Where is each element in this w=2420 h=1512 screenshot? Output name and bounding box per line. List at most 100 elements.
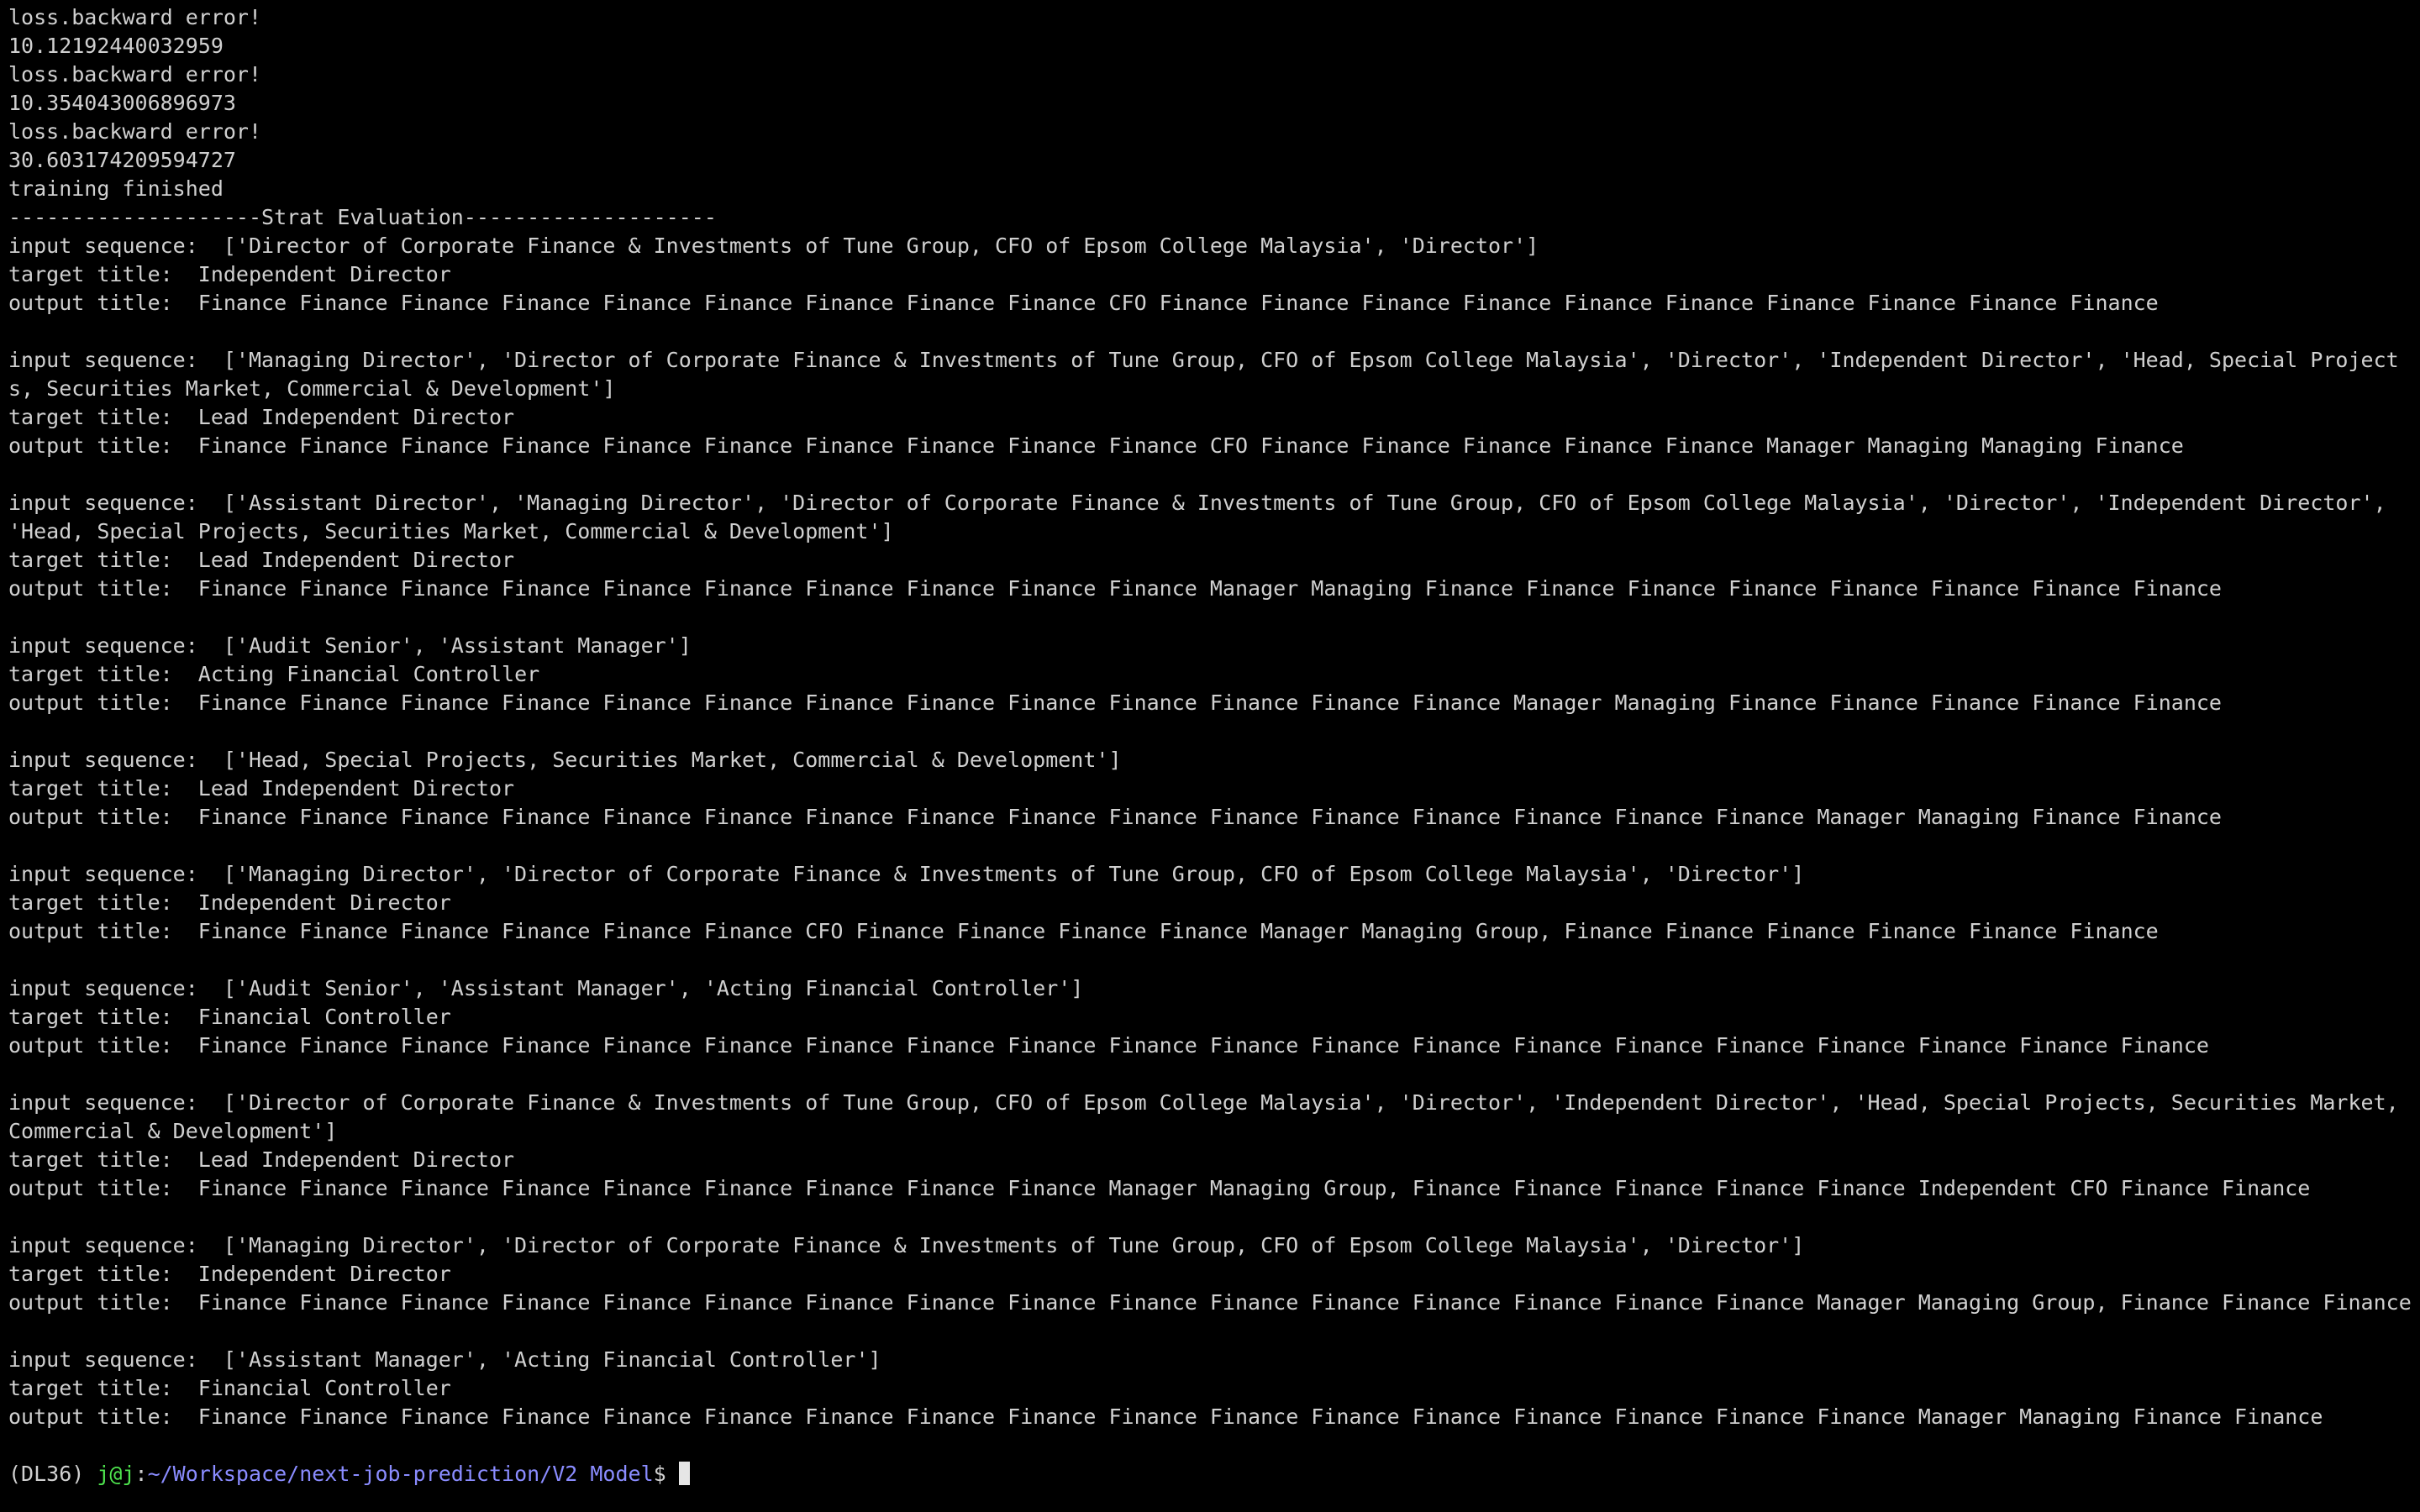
target-title: target title: Lead Independent Director	[8, 403, 2420, 432]
log-line: training finished	[8, 176, 224, 201]
log-line: 10.354043006896973	[8, 91, 236, 115]
input-sequence-label: input sequence:	[8, 1233, 224, 1257]
evaluation-records: input sequence: ['Director of Corporate …	[8, 232, 2420, 1460]
output-title: output title: Finance Finance Finance Fi…	[8, 1403, 2420, 1431]
log-line: 30.603174209594727	[8, 148, 236, 172]
output-title: output title: Finance Finance Finance Fi…	[8, 432, 2420, 460]
target-title-value: Independent Director	[197, 262, 451, 286]
terminal-window[interactable]: loss.backward error! 10.12192440032959 l…	[0, 0, 2420, 1512]
log-line: loss.backward error!	[8, 5, 262, 29]
input-sequence-value: ['Managing Director', 'Director of Corpo…	[223, 862, 1805, 886]
output-title-label: output title:	[8, 1033, 198, 1058]
evaluation-record: input sequence: ['Managing Director', 'D…	[8, 346, 2420, 489]
output-title-label: output title:	[8, 919, 198, 943]
input-sequence-label: input sequence:	[8, 976, 224, 1000]
output-title-value: Finance Finance Finance Finance Finance …	[197, 919, 2159, 943]
input-sequence-value: ['Managing Director', 'Director of Corpo…	[8, 348, 2399, 401]
output-title-label: output title:	[8, 576, 198, 601]
target-title-value: Lead Independent Director	[197, 1147, 515, 1172]
output-title-label: output title:	[8, 433, 198, 458]
input-sequence: input sequence: ['Director of Corporate …	[8, 1089, 2412, 1146]
evaluation-record: input sequence: ['Head, Special Projects…	[8, 746, 2420, 860]
input-sequence: input sequence: ['Director of Corporate …	[8, 232, 2420, 260]
target-title: target title: Acting Financial Controlle…	[8, 660, 2420, 689]
input-sequence-label: input sequence:	[8, 748, 224, 772]
target-title-label: target title:	[8, 1005, 198, 1029]
evaluation-record: input sequence: ['Managing Director', 'D…	[8, 860, 2420, 974]
target-title-label: target title:	[8, 262, 198, 286]
output-title-value: Finance Finance Finance Finance Finance …	[197, 433, 2184, 458]
input-sequence: input sequence: ['Assistant Director', '…	[8, 489, 2412, 546]
target-title-label: target title:	[8, 1376, 198, 1400]
target-title: target title: Lead Independent Director	[8, 774, 2420, 803]
input-sequence-value: ['Managing Director', 'Director of Corpo…	[223, 1233, 1805, 1257]
target-title-value: Acting Financial Controller	[197, 662, 540, 686]
target-title-label: target title:	[8, 662, 198, 686]
target-title: target title: Financial Controller	[8, 1374, 2420, 1403]
evaluation-record: input sequence: ['Audit Senior', 'Assist…	[8, 632, 2420, 746]
input-sequence-value: ['Head, Special Projects, Securities Mar…	[223, 748, 1122, 772]
input-sequence-value: ['Audit Senior', 'Assistant Manager']	[223, 633, 692, 658]
output-title-value: Finance Finance Finance Finance Finance …	[197, 291, 2159, 315]
output-title-label: output title:	[8, 291, 198, 315]
output-title: output title: Finance Finance Finance Fi…	[8, 689, 2420, 717]
shell-prompt[interactable]: (DL36) j@j:~/Workspace/next-job-predicti…	[8, 1460, 2420, 1488]
target-title-label: target title:	[8, 548, 198, 572]
output-title-value: Finance Finance Finance Finance Finance …	[197, 1033, 2209, 1058]
evaluation-record: input sequence: ['Director of Corporate …	[8, 1089, 2420, 1231]
conda-env-label: (DL36)	[8, 1462, 97, 1486]
input-sequence-label: input sequence:	[8, 491, 224, 515]
output-title-value: Finance Finance Finance Finance Finance …	[197, 1176, 2311, 1200]
input-sequence-label: input sequence:	[8, 633, 224, 658]
input-sequence: input sequence: ['Managing Director', 'D…	[8, 346, 2412, 403]
input-sequence: input sequence: ['Audit Senior', 'Assist…	[8, 974, 2420, 1003]
target-title: target title: Lead Independent Director	[8, 546, 2420, 575]
input-sequence-value: ['Audit Senior', 'Assistant Manager', 'A…	[223, 976, 1084, 1000]
input-sequence: input sequence: ['Head, Special Projects…	[8, 746, 2420, 774]
output-title: output title: Finance Finance Finance Fi…	[8, 575, 2420, 603]
target-title-value: Lead Independent Director	[197, 776, 515, 801]
output-title-value: Finance Finance Finance Finance Finance …	[197, 1290, 2412, 1315]
user-host: j@j	[97, 1462, 135, 1486]
evaluation-record: input sequence: ['Assistant Director', '…	[8, 489, 2420, 632]
target-title-value: Lead Independent Director	[197, 405, 515, 429]
text-cursor[interactable]	[678, 1462, 690, 1485]
log-line: 10.12192440032959	[8, 34, 224, 58]
target-title-value: Financial Controller	[197, 1005, 451, 1029]
evaluation-record: input sequence: ['Audit Senior', 'Assist…	[8, 974, 2420, 1089]
target-title-value: Independent Director	[197, 890, 451, 915]
input-sequence-value: ['Assistant Director', 'Managing Directo…	[8, 491, 2399, 543]
output-title-label: output title:	[8, 805, 198, 829]
input-sequence-label: input sequence:	[8, 862, 224, 886]
output-title: output title: Finance Finance Finance Fi…	[8, 803, 2420, 832]
target-title-value: Financial Controller	[197, 1376, 451, 1400]
target-title-label: target title:	[8, 776, 198, 801]
target-title-label: target title:	[8, 1147, 198, 1172]
output-title-value: Finance Finance Finance Finance Finance …	[197, 1404, 2323, 1429]
output-title-value: Finance Finance Finance Finance Finance …	[197, 805, 2222, 829]
target-title: target title: Lead Independent Director	[8, 1146, 2420, 1174]
output-title: output title: Finance Finance Finance Fi…	[8, 1289, 2420, 1317]
target-title-label: target title:	[8, 1262, 198, 1286]
target-title: target title: Independent Director	[8, 889, 2420, 917]
output-title-value: Finance Finance Finance Finance Finance …	[197, 576, 2222, 601]
input-sequence: input sequence: ['Managing Director', 'D…	[8, 860, 2420, 889]
input-sequence: input sequence: ['Assistant Manager', 'A…	[8, 1346, 2420, 1374]
evaluation-record: input sequence: ['Director of Corporate …	[8, 232, 2420, 346]
input-sequence: input sequence: ['Managing Director', 'D…	[8, 1231, 2420, 1260]
input-sequence-label: input sequence:	[8, 1347, 224, 1372]
log-line: loss.backward error!	[8, 62, 262, 87]
target-title-label: target title:	[8, 405, 198, 429]
output-title-label: output title:	[8, 690, 198, 715]
output-title: output title: Finance Finance Finance Fi…	[8, 289, 2420, 318]
evaluation-header: --------------------Strat Evaluation----…	[8, 205, 717, 229]
working-directory: ~/Workspace/next-job-prediction/V2 Model	[147, 1462, 654, 1486]
prompt-symbol: $	[653, 1462, 679, 1486]
output-title: output title: Finance Finance Finance Fi…	[8, 1032, 2420, 1060]
